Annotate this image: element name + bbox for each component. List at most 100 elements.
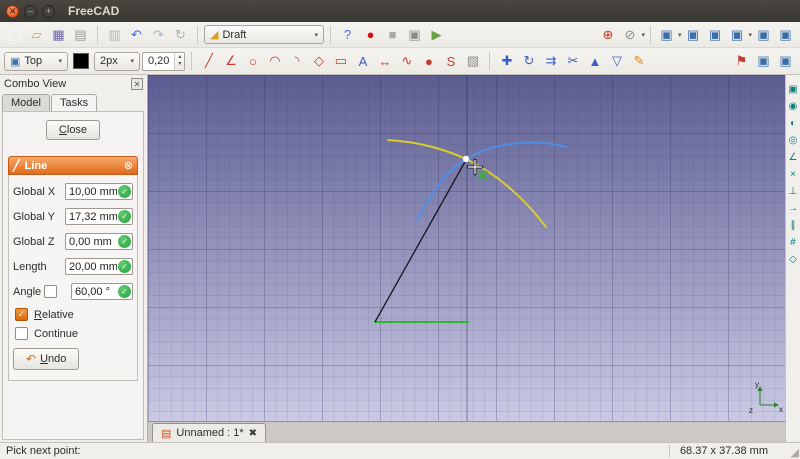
draft-rotate-icon[interactable]: ↻ (518, 51, 539, 71)
tab-close-icon[interactable]: ✖ (249, 428, 257, 439)
whats-this-icon[interactable]: ? (337, 25, 358, 45)
open-document-icon[interactable]: ▱ (26, 25, 47, 45)
chevron-down-icon[interactable]: ▾ (678, 31, 682, 39)
draft-text-icon[interactable]: A (352, 51, 373, 71)
window-minimize-button[interactable]: – (24, 5, 37, 18)
draft-facebinder-icon[interactable]: ▧ (462, 51, 483, 71)
document-tabbar: ▤ Unnamed : 1* ✖ (148, 421, 785, 442)
scale-spinbox[interactable]: 0,20 ▴ ▾ (142, 52, 185, 71)
chevron-down-icon[interactable]: ▾ (641, 31, 645, 39)
relative-label: Relative (34, 309, 74, 321)
line-width-selector[interactable]: 2px ▾ (94, 52, 140, 71)
snap-center-icon[interactable]: ◎ (787, 134, 800, 146)
snap-parallel-icon[interactable]: ∥ (787, 219, 800, 231)
snap-grid-icon[interactable]: # (787, 236, 800, 248)
style-toolbar-group: ⊕⊘▾ (597, 25, 645, 45)
draft-upgrade-icon[interactable]: ▲ (584, 51, 605, 71)
snap-working-plane-icon[interactable]: ◇ (787, 253, 800, 265)
new-document-icon[interactable]: ▢ (4, 25, 25, 45)
draft-downgrade-icon[interactable]: ▽ (606, 51, 627, 71)
global-x-row: Global X ✓ (13, 183, 133, 200)
line-color-swatch[interactable] (73, 53, 89, 69)
angle-lock-checkbox[interactable]: ✓ (44, 285, 57, 298)
snap-angle-icon[interactable]: ∠ (787, 151, 800, 163)
snap-intersection-icon[interactable]: × (787, 168, 800, 180)
paste-icon[interactable]: ▥ (104, 25, 125, 45)
global-y-label: Global Y (13, 211, 55, 223)
save-document-icon[interactable]: ▦ (48, 25, 69, 45)
draft-bezier-icon[interactable]: S (440, 51, 461, 71)
undo-icon[interactable]: ↶ (126, 25, 147, 45)
document-tab-label: Unnamed : 1* (176, 427, 243, 439)
tab-tasks[interactable]: Tasks (51, 94, 97, 111)
undo-button[interactable]: ↶ Undo (13, 348, 79, 370)
3d-viewport[interactable]: y x z (148, 75, 785, 421)
close-task-button-label: Close (59, 124, 87, 136)
snap-perpendicular-icon[interactable]: ⊥ (787, 185, 800, 197)
spinbox-steppers[interactable]: ▴ ▾ (174, 53, 184, 70)
document-tab[interactable]: ▤ Unnamed : 1* ✖ (152, 423, 266, 442)
draw-style-icon[interactable]: ⊘ (619, 25, 640, 45)
collapse-task-icon[interactable]: ⊗ (124, 159, 133, 172)
print-icon[interactable]: ▤ (70, 25, 91, 45)
spin-up-icon[interactable]: ▴ (178, 54, 181, 61)
draft-offset-icon[interactable]: ⇉ (540, 51, 561, 71)
draft-to-sketch-icon[interactable]: ▣ (775, 51, 796, 71)
window-close-button[interactable]: ✕ (6, 5, 19, 18)
view-rear-icon[interactable]: ▣ (753, 25, 774, 45)
view-right-icon[interactable]: ▣ (726, 25, 747, 45)
record-macro-icon[interactable]: ● (360, 25, 381, 45)
chevron-down-icon: ▾ (58, 57, 62, 65)
spin-down-icon[interactable]: ▾ (178, 61, 181, 68)
draft-arc-icon[interactable]: ◠ (264, 51, 285, 71)
scale-spinbox-value: 0,20 (143, 53, 174, 70)
draft-line-icon[interactable]: ╱ (198, 51, 219, 71)
statusbar: Pick next point: 68.37 x 37.38 mm ◢ (0, 442, 800, 459)
draft-dimension-icon[interactable]: ↔ (374, 51, 395, 71)
snap-midpoint-icon[interactable]: ◐ (787, 117, 800, 129)
redo-icon[interactable]: ↷ (148, 25, 169, 45)
draft-move-icon[interactable]: ✚ (496, 51, 517, 71)
window-maximize-button[interactable]: + (42, 5, 55, 18)
draft-bspline-icon[interactable]: ∿ (396, 51, 417, 71)
resize-grip[interactable]: ◢ (791, 446, 799, 459)
continue-checkbox[interactable]: ✓ (15, 327, 28, 340)
snap-endpoint-icon[interactable]: ◉ (787, 100, 800, 112)
cursor-coordinates: 68.37 x 37.38 mm (669, 445, 778, 457)
macro-toolbar-group: ●■▣▶ (360, 25, 447, 45)
snap-lock-icon[interactable]: ▣ (787, 83, 800, 95)
draft-edit-icon[interactable]: ✎ (628, 51, 649, 71)
draft-polyline-icon[interactable]: ∠ (220, 51, 241, 71)
view-direction-selector[interactable]: ▣ Top ▾ (4, 52, 68, 71)
draft-rectangle-icon[interactable]: ▭ (330, 51, 351, 71)
working-plane-flag-icon[interactable]: ⚑ (731, 51, 752, 71)
relative-option-row: ✓ Relative (15, 308, 133, 321)
chevron-down-icon[interactable]: ▾ (748, 31, 752, 39)
tab-model[interactable]: Model (2, 94, 50, 111)
global-x-label: Global X (13, 186, 55, 198)
relative-checkbox[interactable]: ✓ (15, 308, 28, 321)
line-task-title: Line (25, 160, 48, 172)
draft-arc-3-points-icon[interactable]: ◝ (286, 51, 307, 71)
line-task-header[interactable]: ╱ Line ⊗ (8, 156, 138, 175)
draft-point-icon[interactable]: ● (418, 51, 439, 71)
view-front-icon[interactable]: ▣ (682, 25, 703, 45)
view-left-icon[interactable]: ▣ (775, 25, 796, 45)
stop-macro-icon[interactable]: ■ (382, 25, 403, 45)
line-width-value: 2px (100, 55, 118, 67)
macros-dialog-icon[interactable]: ▣ (404, 25, 425, 45)
view-top-icon[interactable]: ▣ (704, 25, 725, 45)
execute-macro-icon[interactable]: ▶ (426, 25, 447, 45)
draft-trimex-icon[interactable]: ✂ (562, 51, 583, 71)
zoom-icon[interactable]: ⊕ (597, 25, 618, 45)
draft-polygon-icon[interactable]: ◇ (308, 51, 329, 71)
snap-extension-icon[interactable]: → (787, 202, 800, 214)
refresh-icon[interactable]: ↻ (170, 25, 191, 45)
shape-2d-view-icon[interactable]: ▣ (753, 51, 774, 71)
panel-close-icon[interactable]: ✕ (131, 78, 143, 90)
close-task-button[interactable]: Close (46, 120, 100, 140)
view-isometric-icon[interactable]: ▣ (656, 25, 677, 45)
draft-circle-icon[interactable]: ○ (242, 51, 263, 71)
undo-icon: ↶ (26, 352, 36, 366)
workbench-selector[interactable]: ◢ Draft ▾ (204, 25, 324, 44)
